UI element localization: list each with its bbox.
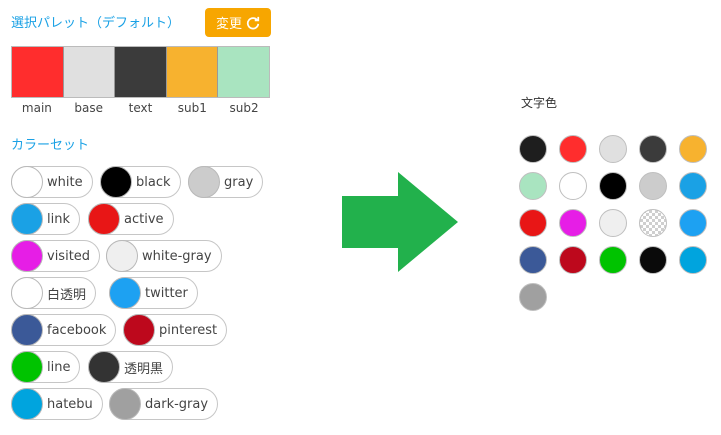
text-color-option[interactable] xyxy=(519,209,547,237)
colorset-item-active[interactable]: active xyxy=(88,203,174,235)
text-color-option[interactable] xyxy=(599,172,627,200)
palette-swatch-label: main xyxy=(21,101,52,115)
change-button-label: 変更 xyxy=(215,17,242,32)
text-color-option[interactable] xyxy=(599,209,627,237)
arrow-right-icon xyxy=(342,172,458,272)
text-color-option[interactable] xyxy=(559,209,587,237)
colorset-item-visited[interactable]: visited xyxy=(11,240,101,272)
colorset-item-line[interactable]: line xyxy=(11,351,81,383)
palette-swatch-base[interactable] xyxy=(63,47,116,97)
text-color-option[interactable] xyxy=(639,172,667,200)
colorset-item-link[interactable]: link xyxy=(11,203,80,235)
palette-swatch-label: sub1 xyxy=(177,101,207,115)
palette-title: 選択パレット（デフォルト） xyxy=(11,16,181,31)
color-dot xyxy=(106,240,138,272)
colorset-item-透明黒[interactable]: 透明黒 xyxy=(88,351,174,383)
text-color-option[interactable] xyxy=(639,135,667,163)
palette-swatch-sub2[interactable] xyxy=(218,47,269,97)
color-dot xyxy=(88,351,120,383)
text-color-option[interactable] xyxy=(599,246,627,274)
color-dot xyxy=(11,240,43,272)
colorset-item-facebook[interactable]: facebook xyxy=(11,314,117,346)
color-dot xyxy=(11,388,43,420)
text-color-option[interactable] xyxy=(679,209,707,237)
color-dot xyxy=(109,388,141,420)
text-color-option[interactable] xyxy=(599,135,627,163)
colorset-item-白透明[interactable]: 白透明 xyxy=(11,277,97,309)
colorset-item-hatebu[interactable]: hatebu xyxy=(11,388,103,420)
colorset-item-pinterest[interactable]: pinterest xyxy=(123,314,228,346)
palette-swatch-sub1[interactable] xyxy=(166,47,219,97)
palette-swatch-label: base xyxy=(74,101,103,115)
palette-swatch-main[interactable] xyxy=(12,47,64,97)
refresh-icon xyxy=(246,16,260,29)
colorset-item-dark-gray[interactable]: dark-gray xyxy=(109,388,219,420)
text-color-title: 文字色 xyxy=(521,96,558,110)
text-color-option[interactable] xyxy=(679,135,707,163)
palette-swatch-label: sub2 xyxy=(229,101,259,115)
text-color-option[interactable] xyxy=(639,246,667,274)
text-color-option[interactable] xyxy=(519,246,547,274)
color-dot xyxy=(88,203,120,235)
text-color-option[interactable] xyxy=(559,135,587,163)
colorset-item-white[interactable]: white xyxy=(11,166,93,198)
color-dot xyxy=(11,166,43,198)
color-dot xyxy=(11,351,43,383)
text-color-option[interactable] xyxy=(559,246,587,274)
color-dot xyxy=(100,166,132,198)
palette-swatch-labels: main base text sub1 sub2 xyxy=(11,101,270,115)
color-dot xyxy=(11,314,43,346)
text-color-option[interactable] xyxy=(679,172,707,200)
color-dot xyxy=(109,277,141,309)
text-color-option[interactable] xyxy=(679,246,707,274)
palette-swatch-text[interactable] xyxy=(115,47,167,97)
colorset-title: カラーセット xyxy=(11,138,90,153)
text-color-option[interactable] xyxy=(519,172,547,200)
text-color-option[interactable] xyxy=(519,283,547,311)
colorset-item-twitter[interactable]: twitter xyxy=(109,277,198,309)
color-dot xyxy=(11,203,43,235)
colorset-item-white-gray[interactable]: white-gray xyxy=(106,240,222,272)
color-dot xyxy=(188,166,220,198)
change-palette-button[interactable]: 変更 xyxy=(205,8,271,37)
colorset-item-black[interactable]: black xyxy=(100,166,181,198)
text-color-option[interactable] xyxy=(519,135,547,163)
text-color-option[interactable] xyxy=(559,172,587,200)
palette-swatches xyxy=(11,46,270,98)
colorset-item-gray[interactable]: gray xyxy=(188,166,264,198)
color-dot xyxy=(123,314,155,346)
text-color-option[interactable] xyxy=(639,209,667,237)
text-color-grid xyxy=(519,135,709,311)
palette-swatch-label: text xyxy=(128,101,153,115)
color-dot xyxy=(11,277,43,309)
